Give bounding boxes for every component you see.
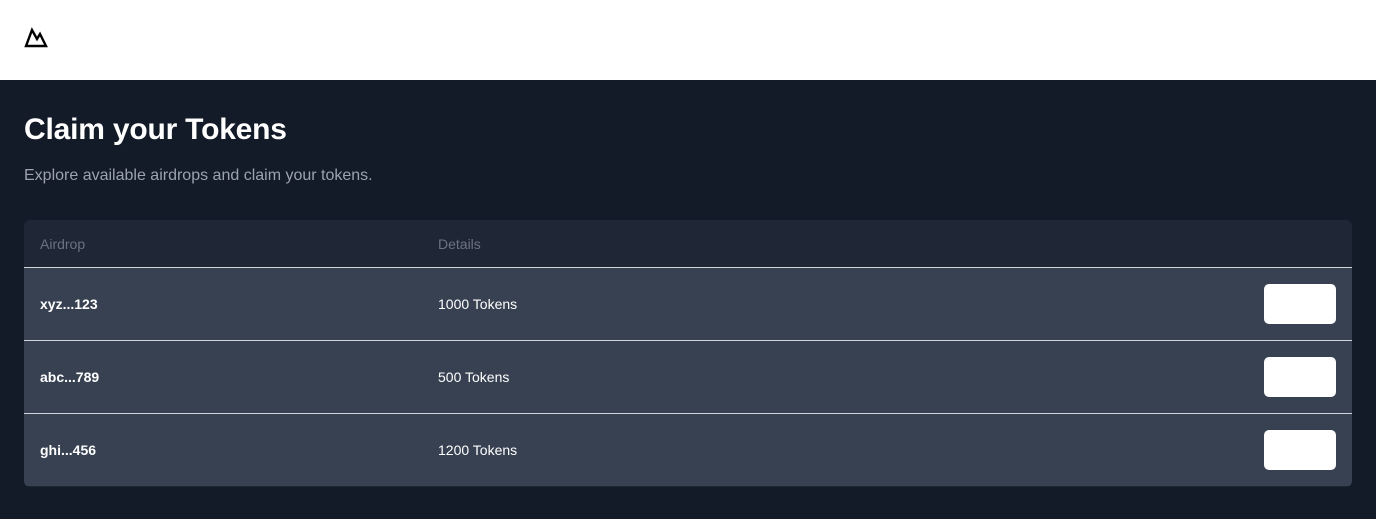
column-header-airdrop: Airdrop <box>40 236 86 252</box>
mountain-logo-icon[interactable] <box>24 27 48 49</box>
table-header: Airdrop Details <box>24 220 1352 268</box>
airdrop-details: 1200 Tokens <box>438 442 518 458</box>
airdrop-address: ghi...456 <box>40 442 97 458</box>
airdrop-address: xyz...123 <box>40 296 98 312</box>
table-row: xyz...123 1000 Tokens <box>24 268 1352 341</box>
main-content: Claim your Tokens Explore available aird… <box>0 80 1376 519</box>
airdrop-details: 1000 Tokens <box>438 296 518 312</box>
table-row: abc...789 500 Tokens <box>24 341 1352 414</box>
airdrop-address: abc...789 <box>40 369 100 385</box>
table-row: ghi...456 1200 Tokens <box>24 414 1352 486</box>
claim-button[interactable] <box>1264 430 1336 470</box>
claim-button[interactable] <box>1264 284 1336 324</box>
column-header-details: Details <box>438 236 481 252</box>
page-title: Claim your Tokens <box>24 113 287 146</box>
top-navbar <box>0 0 1376 80</box>
airdrop-details: 500 Tokens <box>438 369 510 385</box>
airdrops-table: Airdrop Details xyz...123 1000 Tokens ab… <box>24 220 1352 487</box>
page-subtitle: Explore available airdrops and claim you… <box>24 167 373 184</box>
claim-button[interactable] <box>1264 357 1336 397</box>
